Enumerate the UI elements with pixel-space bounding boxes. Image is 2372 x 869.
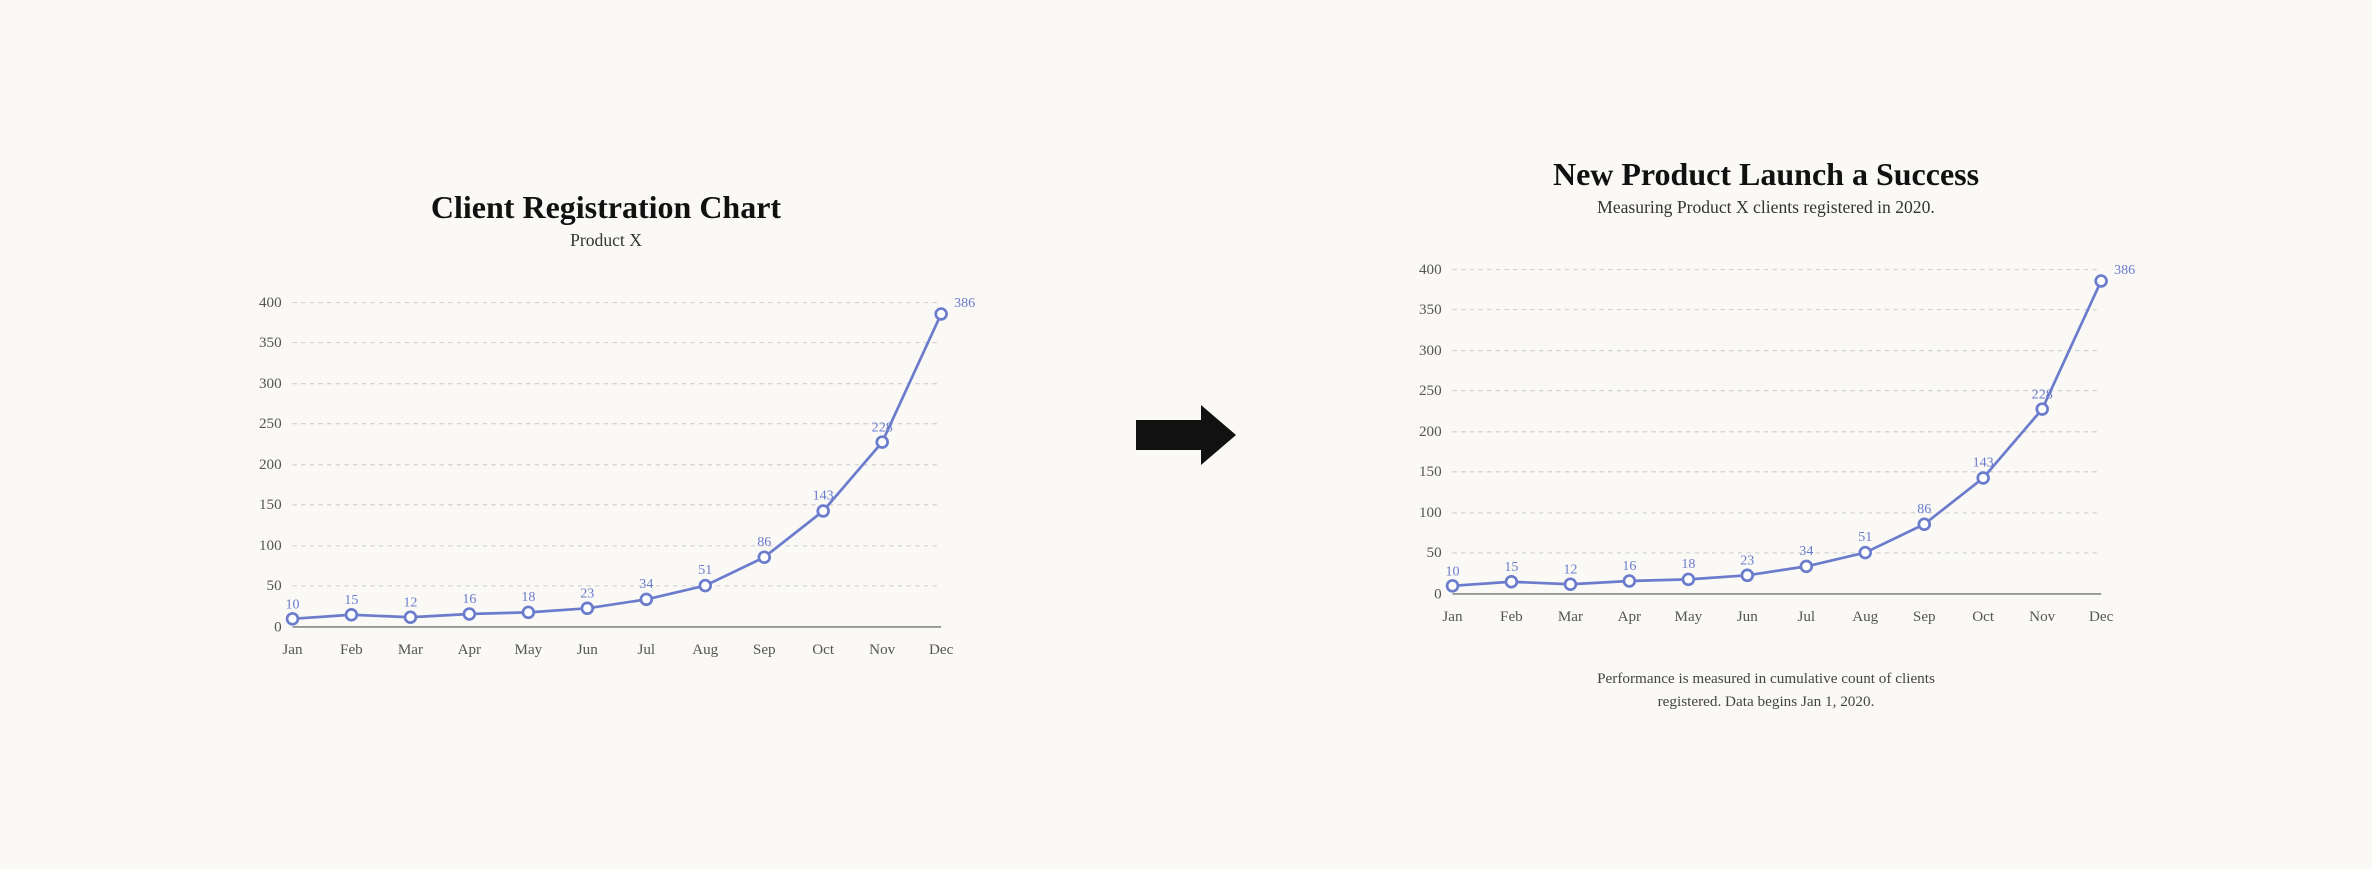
svg-text:16: 16	[462, 591, 476, 607]
svg-text:12: 12	[403, 594, 417, 610]
arrow-container	[1126, 405, 1246, 465]
svg-text:Aug: Aug	[692, 641, 718, 657]
svg-text:15: 15	[1504, 559, 1518, 575]
svg-text:Jun: Jun	[1737, 609, 1758, 625]
svg-text:100: 100	[259, 538, 282, 554]
svg-text:Sep: Sep	[1913, 609, 1936, 625]
svg-text:143: 143	[813, 487, 834, 503]
right-panel: New Product Launch a Success Measuring P…	[1246, 126, 2286, 744]
svg-text:Dec: Dec	[2089, 609, 2114, 625]
svg-text:18: 18	[521, 589, 535, 605]
svg-text:Oct: Oct	[1972, 609, 1995, 625]
svg-text:386: 386	[2114, 262, 2135, 278]
svg-text:350: 350	[1419, 302, 1442, 318]
right-subtitle: Measuring Product X clients registered i…	[1286, 197, 2246, 218]
right-arrow-icon	[1136, 405, 1236, 465]
svg-text:51: 51	[698, 561, 712, 577]
svg-text:228: 228	[872, 419, 893, 435]
right-chart-svg: 0 50 100 150 200 250 300 350 400 Jan Feb…	[1286, 248, 2246, 648]
svg-text:150: 150	[1419, 464, 1442, 480]
svg-text:15: 15	[344, 592, 358, 608]
svg-text:Oct: Oct	[812, 641, 835, 657]
left-chart: 0 50 100 150 200 250 300 350 400 Jan Feb…	[126, 281, 1086, 681]
svg-text:34: 34	[639, 576, 653, 592]
svg-text:23: 23	[580, 585, 594, 601]
svg-text:250: 250	[1419, 383, 1442, 399]
svg-text:Jan: Jan	[282, 641, 303, 657]
svg-text:100: 100	[1419, 505, 1442, 521]
svg-text:Feb: Feb	[340, 641, 363, 657]
svg-text:23: 23	[1740, 552, 1754, 568]
svg-text:Jun: Jun	[577, 641, 598, 657]
svg-text:250: 250	[259, 416, 282, 432]
left-chart-svg: 0 50 100 150 200 250 300 350 400 Jan Feb…	[126, 281, 1086, 681]
svg-text:Sep: Sep	[753, 641, 776, 657]
svg-text:200: 200	[259, 457, 282, 473]
svg-text:86: 86	[1917, 501, 1931, 517]
svg-text:0: 0	[274, 619, 282, 635]
svg-text:86: 86	[757, 533, 771, 549]
svg-text:50: 50	[267, 578, 282, 594]
svg-text:10: 10	[285, 596, 299, 612]
svg-text:228: 228	[2032, 386, 2053, 402]
svg-text:Mar: Mar	[398, 641, 423, 657]
left-subtitle: Product X	[126, 230, 1086, 251]
svg-text:Apr: Apr	[1618, 609, 1642, 625]
svg-text:12: 12	[1563, 561, 1577, 577]
svg-text:Dec: Dec	[929, 641, 954, 657]
svg-text:0: 0	[1434, 586, 1442, 602]
svg-text:350: 350	[259, 334, 282, 350]
main-container: Client Registration Chart Product X 0	[86, 126, 2286, 744]
svg-text:400: 400	[259, 294, 282, 310]
svg-text:51: 51	[1858, 529, 1872, 545]
svg-text:Nov: Nov	[2029, 609, 2055, 625]
svg-text:Jul: Jul	[1797, 609, 1815, 625]
left-title: Client Registration Chart	[126, 189, 1086, 226]
svg-text:10: 10	[1445, 563, 1459, 579]
svg-text:386: 386	[954, 294, 975, 310]
svg-text:Feb: Feb	[1500, 609, 1523, 625]
svg-text:May: May	[1675, 609, 1703, 625]
right-chart: 0 50 100 150 200 250 300 350 400 Jan Feb…	[1286, 248, 2246, 648]
svg-text:Jul: Jul	[637, 641, 655, 657]
svg-text:34: 34	[1799, 543, 1813, 559]
svg-text:50: 50	[1427, 545, 1442, 561]
svg-text:Mar: Mar	[1558, 609, 1583, 625]
svg-text:Jan: Jan	[1442, 609, 1463, 625]
svg-text:May: May	[515, 641, 543, 657]
svg-text:Nov: Nov	[869, 641, 895, 657]
svg-text:143: 143	[1973, 454, 1994, 470]
left-panel: Client Registration Chart Product X 0	[86, 159, 1126, 711]
svg-text:16: 16	[1622, 558, 1636, 574]
svg-text:Apr: Apr	[458, 641, 482, 657]
right-title: New Product Launch a Success	[1286, 156, 2246, 193]
svg-text:300: 300	[1419, 343, 1442, 359]
svg-text:18: 18	[1681, 556, 1695, 572]
svg-text:200: 200	[1419, 424, 1442, 440]
svg-text:Aug: Aug	[1852, 609, 1878, 625]
svg-text:400: 400	[1419, 262, 1442, 278]
footnote: Performance is measured in cumulative co…	[1286, 668, 2246, 714]
svg-text:300: 300	[259, 376, 282, 392]
svg-text:150: 150	[259, 497, 282, 513]
